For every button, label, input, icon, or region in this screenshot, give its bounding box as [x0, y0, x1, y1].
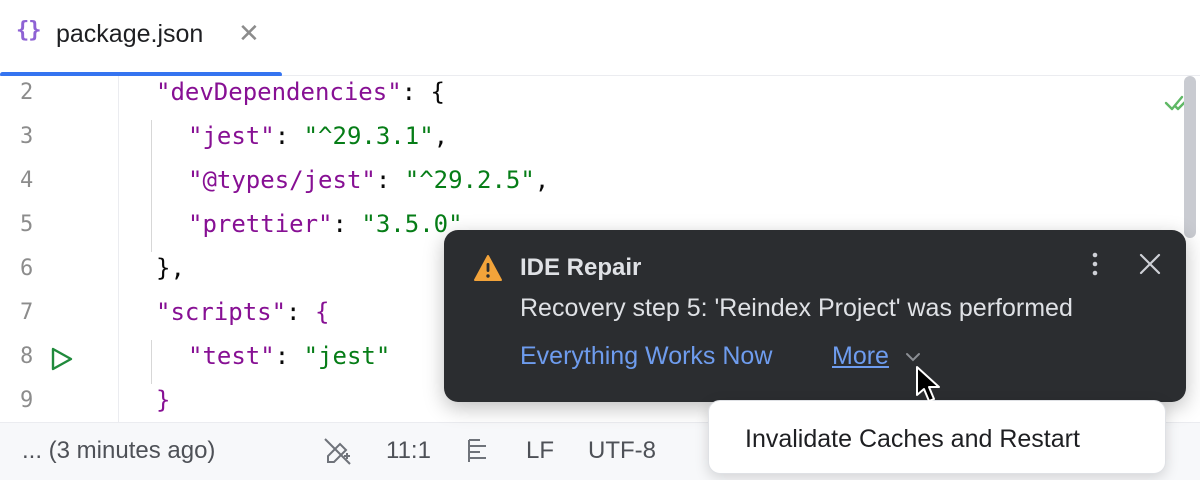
- everything-works-link[interactable]: Everything Works Now: [520, 342, 772, 371]
- line-number: 4: [20, 168, 34, 193]
- json-file-icon: {}: [16, 18, 41, 43]
- warning-icon: [474, 255, 502, 281]
- indent-icon[interactable]: [466, 436, 492, 466]
- file-encoding[interactable]: UTF-8: [588, 437, 656, 465]
- more-dropdown-popup: Invalidate Caches and Restart: [708, 400, 1166, 474]
- tab-label: package.json: [56, 20, 204, 48]
- more-link[interactable]: More: [832, 342, 889, 371]
- invalidate-caches-menu-item[interactable]: Invalidate Caches and Restart: [745, 425, 1080, 454]
- code-line: 3 "jest": "^29.3.1",: [0, 120, 1200, 164]
- vcs-status[interactable]: ... (3 minutes ago): [22, 437, 226, 465]
- run-icon[interactable]: [48, 346, 74, 372]
- vertical-scrollbar[interactable]: [1184, 76, 1196, 238]
- notification-title: IDE Repair: [520, 254, 642, 281]
- line-number: 2: [20, 80, 34, 105]
- cursor-position[interactable]: 11:1: [386, 437, 431, 465]
- code-text: "devDependencies": {: [156, 78, 445, 106]
- ide-repair-notification: IDE Repair Recovery step 5: 'Reindex Pro…: [444, 230, 1186, 402]
- line-number: 9: [20, 388, 34, 413]
- code-text: "@types/jest": "^29.2.5",: [188, 166, 550, 194]
- code-text: },: [156, 254, 185, 282]
- notification-message: Recovery step 5: 'Reindex Project' was p…: [520, 294, 1073, 322]
- close-icon[interactable]: [1136, 250, 1164, 278]
- line-number: 8: [20, 344, 34, 369]
- code-line: 4 "@types/jest": "^29.2.5",: [0, 164, 1200, 208]
- code-text: "test": "jest": [188, 342, 391, 370]
- tab-package-json[interactable]: {} package.json ✕: [0, 0, 282, 77]
- tab-close-icon[interactable]: ✕: [238, 18, 260, 48]
- inspection-off-icon[interactable]: [322, 436, 354, 466]
- line-number: 5: [20, 212, 34, 237]
- editor-tab-bar: {} package.json ✕: [0, 0, 1200, 77]
- line-number: 7: [20, 300, 34, 325]
- code-line: 2 "devDependencies": {: [0, 76, 1200, 120]
- mouse-pointer-icon: [916, 366, 940, 402]
- code-text: "scripts": {: [156, 298, 330, 326]
- line-separator[interactable]: LF: [526, 437, 554, 465]
- line-number: 3: [20, 124, 34, 149]
- kebab-menu-icon[interactable]: [1084, 250, 1106, 280]
- code-text: "jest": "^29.3.1",: [188, 122, 449, 150]
- line-number: 6: [20, 256, 34, 281]
- code-text: "prettier": "3.5.0": [188, 210, 463, 238]
- chevron-down-icon[interactable]: [904, 348, 922, 366]
- code-text: }: [156, 386, 171, 414]
